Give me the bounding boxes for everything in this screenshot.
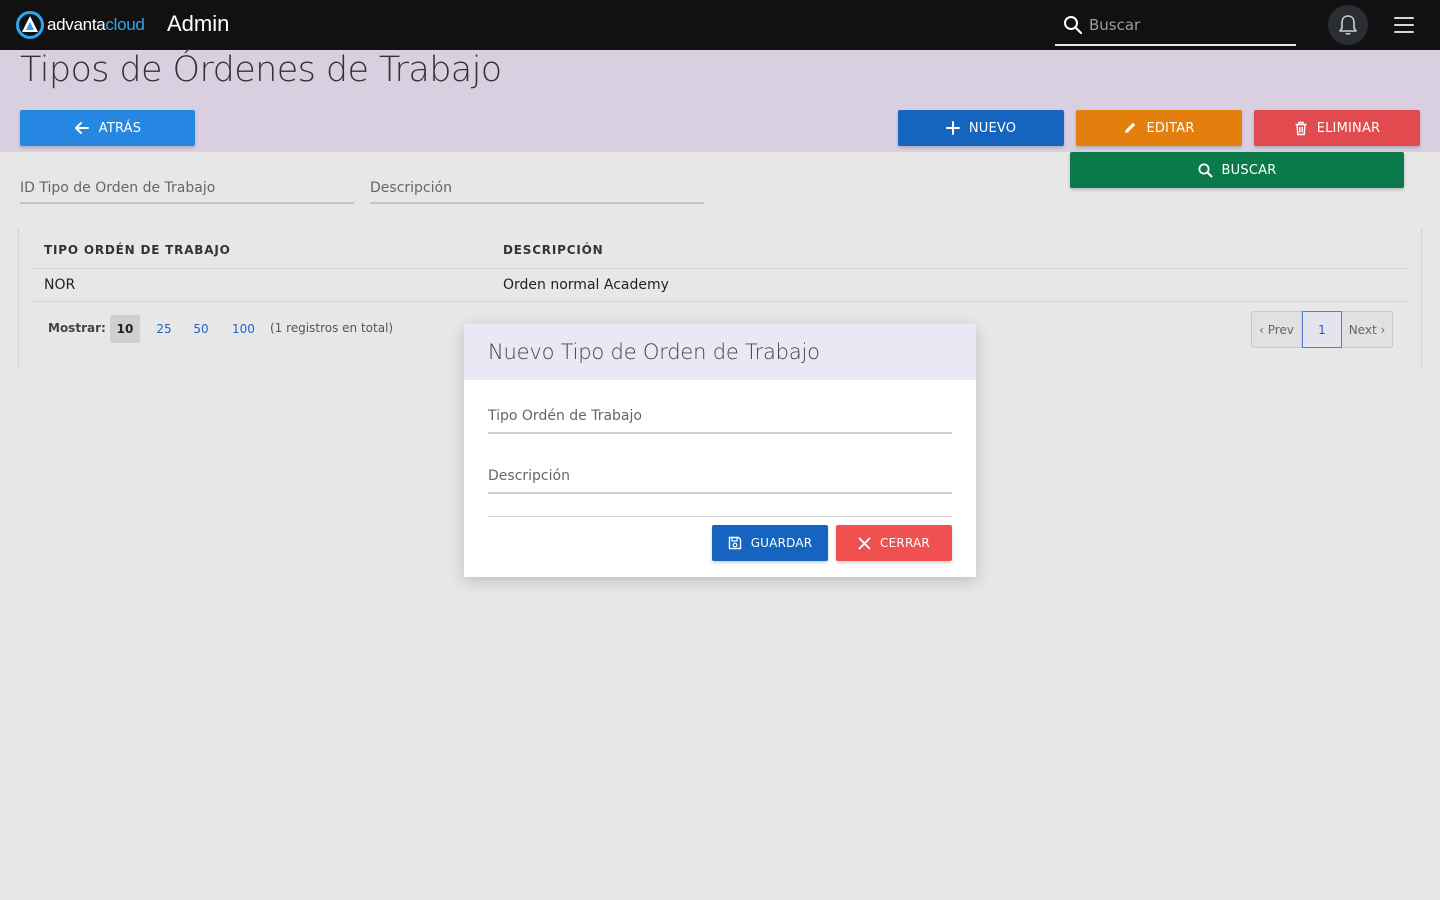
page-size-10[interactable]: 10 — [110, 315, 140, 343]
next-page-button[interactable]: Next › — [1342, 312, 1392, 347]
new-button[interactable]: NUEVO — [898, 110, 1064, 146]
trash-icon — [1295, 121, 1307, 135]
arrow-left-icon — [74, 122, 89, 134]
hamburger-menu-icon — [1394, 17, 1414, 19]
search-button[interactable]: BUSCAR — [1070, 152, 1404, 188]
table-header-divider — [32, 268, 1408, 269]
page-title: Tipos de Órdenes de Trabajo — [20, 50, 502, 90]
page-size-50[interactable]: 50 — [186, 315, 216, 343]
work-order-type-field[interactable]: Tipo Ordén de Trabajo — [488, 408, 952, 434]
pagination: ‹ Prev 1 Next › — [1251, 311, 1393, 348]
hamburger-menu-button[interactable] — [1392, 14, 1416, 36]
page-1-button[interactable]: 1 — [1302, 311, 1342, 348]
description-field[interactable]: Descripción — [488, 468, 952, 494]
new-work-order-type-modal: Nuevo Tipo de Orden de Trabajo Tipo Ordé… — [464, 324, 976, 577]
global-search-input[interactable] — [1089, 16, 1289, 34]
global-search — [1055, 6, 1296, 46]
page-size-25[interactable]: 25 — [149, 315, 179, 343]
page-size-100[interactable]: 100 — [226, 315, 261, 343]
top-navbar: advantacloud Admin — [0, 0, 1440, 50]
prev-page-button[interactable]: ‹ Prev — [1252, 312, 1302, 347]
save-button[interactable]: GUARDAR — [712, 525, 828, 561]
back-button[interactable]: ATRÁS — [20, 110, 195, 146]
table-row-divider — [32, 301, 1408, 302]
close-icon — [858, 537, 871, 549]
brand-wordmark: advantacloud — [47, 15, 145, 34]
records-total: (1 registros en total) — [270, 321, 394, 335]
edit-button[interactable]: EDITAR — [1076, 110, 1242, 146]
brand-logo[interactable]: advantacloud — [16, 11, 145, 39]
modal-title: Nuevo Tipo de Orden de Trabajo — [488, 340, 820, 364]
table-cell-tipo[interactable]: NOR — [44, 277, 75, 293]
page-size-label: Mostrar: — [48, 321, 106, 335]
notifications-button[interactable] — [1328, 5, 1368, 45]
modal-divider — [488, 516, 952, 517]
plus-icon — [945, 121, 960, 135]
bell-icon — [1339, 15, 1357, 35]
pencil-icon — [1125, 122, 1136, 133]
column-header-tipo[interactable]: TIPO ORDÉN DE TRABAJO — [44, 243, 231, 257]
app-title: Admin — [167, 11, 230, 36]
filter-description-field[interactable]: Descripción — [370, 180, 704, 204]
column-header-descripcion[interactable]: DESCRIPCIÓN — [503, 243, 603, 257]
floppy-disk-icon — [728, 536, 741, 550]
modal-header: Nuevo Tipo de Orden de Trabajo — [464, 324, 976, 380]
close-button[interactable]: CERRAR — [836, 525, 952, 561]
search-icon — [1198, 163, 1213, 177]
advanta-logo-icon — [16, 11, 44, 39]
filter-id-field[interactable]: ID Tipo de Orden de Trabajo — [20, 180, 354, 204]
delete-button[interactable]: ELIMINAR — [1254, 110, 1420, 146]
table-cell-descripcion[interactable]: Orden normal Academy — [503, 277, 669, 293]
search-icon — [1064, 16, 1083, 35]
